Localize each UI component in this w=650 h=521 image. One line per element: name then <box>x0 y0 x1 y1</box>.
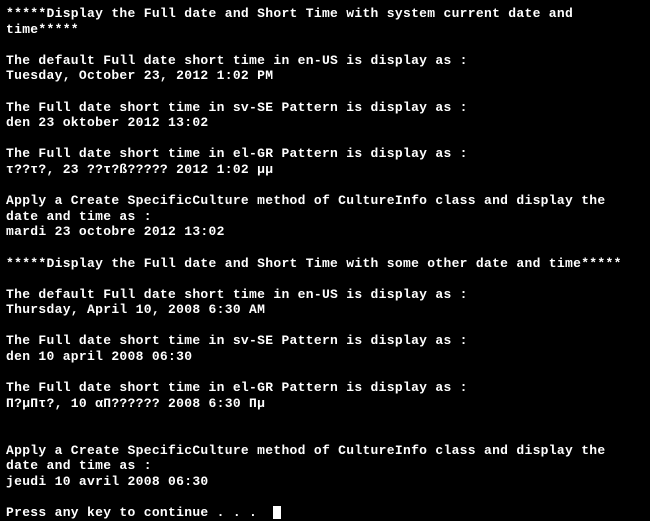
blank <box>6 489 644 505</box>
specific1-label: Apply a Create SpecificCulture method of… <box>6 193 644 224</box>
blank <box>6 37 644 53</box>
prompt-text: Press any key to continue . . . <box>6 505 265 521</box>
elgr1-value: τ??τ?, 23 ??τ?ß????? 2012 1:02 μμ <box>6 162 644 178</box>
section2-header: *****Display the Full date and Short Tim… <box>6 256 644 272</box>
blank <box>6 178 644 194</box>
enus2-label: The default Full date short time in en-U… <box>6 287 644 303</box>
blank <box>6 365 644 381</box>
blank <box>6 318 644 334</box>
blank <box>6 427 644 443</box>
svse1-value: den 23 oktober 2012 13:02 <box>6 115 644 131</box>
specific1-value: mardi 23 octobre 2012 13:02 <box>6 224 644 240</box>
elgr2-value: Π?μΠτ?, 10 αΠ?????? 2008 6:30 Πμ <box>6 396 644 412</box>
blank <box>6 240 644 256</box>
blank <box>6 271 644 287</box>
specific2-value: jeudi 10 avril 2008 06:30 <box>6 474 644 490</box>
elgr1-label: The Full date short time in el-GR Patter… <box>6 146 644 162</box>
svse2-label: The Full date short time in sv-SE Patter… <box>6 333 644 349</box>
blank <box>6 84 644 100</box>
specific2-label: Apply a Create SpecificCulture method of… <box>6 443 644 474</box>
console-output: *****Display the Full date and Short Tim… <box>6 6 644 521</box>
blank <box>6 411 644 427</box>
elgr2-label: The Full date short time in el-GR Patter… <box>6 380 644 396</box>
enus1-value: Tuesday, October 23, 2012 1:02 PM <box>6 68 644 84</box>
blank <box>6 131 644 147</box>
continue-prompt[interactable]: Press any key to continue . . . <box>6 505 644 521</box>
enus2-value: Thursday, April 10, 2008 6:30 AM <box>6 302 644 318</box>
cursor-icon <box>273 506 281 519</box>
svse1-label: The Full date short time in sv-SE Patter… <box>6 100 644 116</box>
svse2-value: den 10 april 2008 06:30 <box>6 349 644 365</box>
enus1-label: The default Full date short time in en-U… <box>6 53 644 69</box>
section1-header: *****Display the Full date and Short Tim… <box>6 6 644 37</box>
